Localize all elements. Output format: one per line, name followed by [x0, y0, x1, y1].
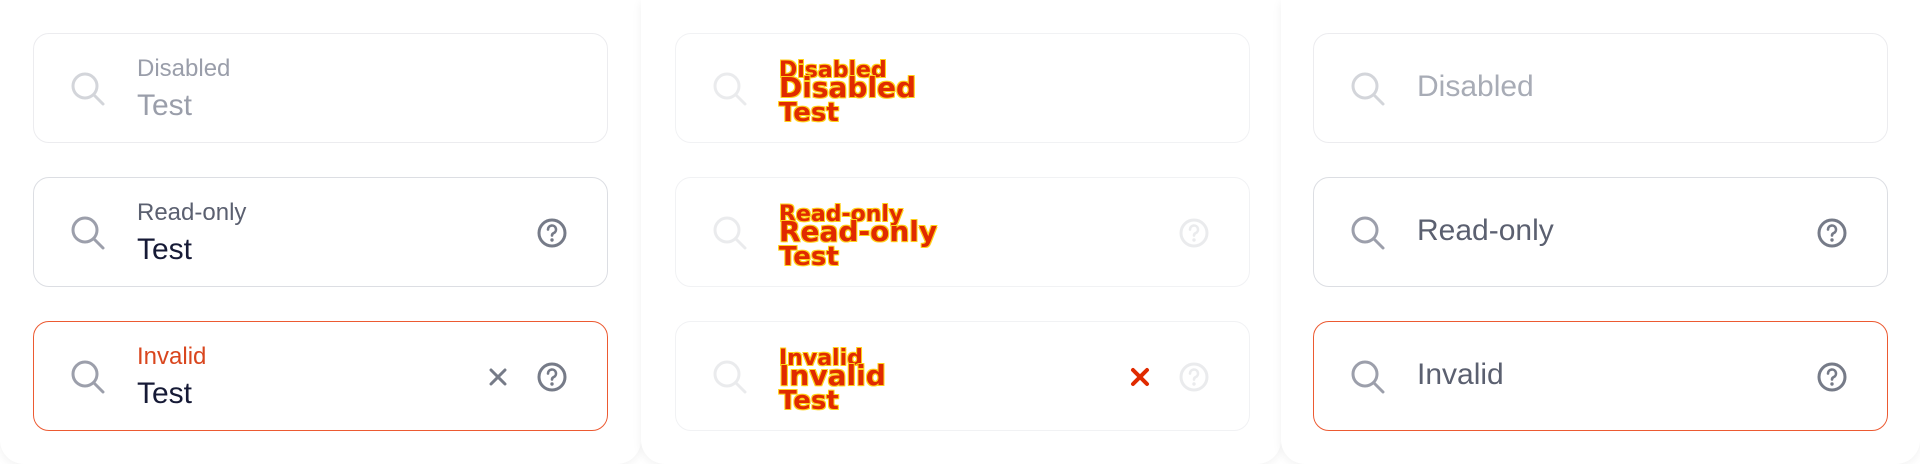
search-icon [71, 360, 105, 394]
disabled-field-overlay: Disabled Disabled Test [675, 33, 1250, 143]
invalid-field-empty[interactable]: Invalid [1313, 321, 1888, 431]
invalid-field[interactable]: Invalid Test [33, 321, 608, 431]
search-icon [713, 72, 747, 106]
search-icon [713, 216, 747, 250]
overlay-value: Test [779, 242, 839, 272]
help-circle-icon[interactable] [1815, 360, 1849, 394]
search-icon [1351, 72, 1385, 106]
search-icon [71, 72, 105, 106]
help-circle-icon [1179, 218, 1209, 248]
field-value: Test [137, 89, 193, 122]
search-icon [71, 216, 105, 250]
overlay-value: Test [779, 98, 839, 128]
help-circle-icon[interactable] [535, 216, 569, 250]
close-icon[interactable] [483, 362, 513, 392]
field-label: Invalid [137, 343, 207, 370]
readonly-field[interactable]: Read-only Test [33, 177, 608, 287]
overlay-value: Test [779, 386, 839, 416]
search-icon [1351, 216, 1385, 250]
disabled-field-empty: Disabled [1313, 33, 1888, 143]
panel-empty-fields: Disabled Read-only Invalid [1281, 0, 1920, 464]
invalid-field-overlay: Invalid Invalid Test [675, 321, 1250, 431]
search-icon [713, 360, 747, 394]
readonly-field-empty[interactable]: Read-only [1313, 177, 1888, 287]
panel-filled-fields: Disabled Test Read-only Test Invalid Tes… [0, 0, 641, 464]
panel-debug-overlay: Disabled Disabled Test Read-only Read-on… [641, 0, 1281, 464]
search-icon [1351, 360, 1385, 394]
readonly-field-overlay: Read-only Read-only Test [675, 177, 1250, 287]
field-value: Test [137, 233, 193, 266]
help-circle-icon[interactable] [535, 360, 569, 394]
field-placeholder: Disabled [1417, 70, 1534, 103]
disabled-field: Disabled Test [33, 33, 608, 143]
field-label: Read-only [137, 199, 247, 226]
field-label: Disabled [137, 55, 231, 82]
help-circle-icon[interactable] [1815, 216, 1849, 250]
field-value: Test [137, 377, 193, 410]
field-placeholder: Read-only [1417, 214, 1554, 247]
field-placeholder: Invalid [1417, 358, 1504, 391]
close-icon[interactable] [1125, 362, 1155, 392]
help-circle-icon [1179, 362, 1209, 392]
